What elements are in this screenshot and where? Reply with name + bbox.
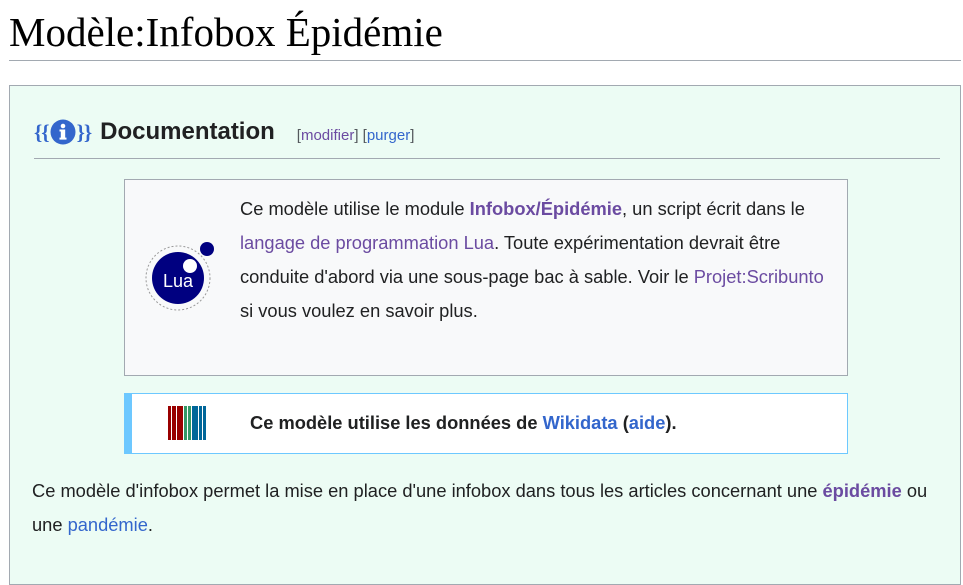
documentation-divider <box>34 158 940 159</box>
documentation-info-icon: {{ }} <box>34 119 92 145</box>
wikidata-notice-text: Ce modèle utilise les données de Wikidat… <box>250 412 677 433</box>
lua-notice-box: Lua Ce modèle utilise le module Infobox/… <box>124 179 848 376</box>
wikidata-logo-icon <box>168 406 207 440</box>
module-link[interactable]: Infobox/Épidémie <box>470 198 622 219</box>
template-description: Ce modèle d'infobox permet la mise en pl… <box>32 480 928 535</box>
purge-link[interactable]: purger <box>367 127 410 144</box>
wikidata-help-link[interactable]: aide <box>629 412 666 433</box>
documentation-edit-links: [modifier] [purger] <box>296 126 415 144</box>
pandemic-link[interactable]: pandémie <box>68 514 148 535</box>
lua-language-link[interactable]: langage de programmation Lua <box>240 232 494 253</box>
lua-logo-icon: Lua <box>145 242 214 311</box>
modify-link[interactable]: modifier <box>301 127 354 144</box>
documentation-box: {{ }} Documentation [modifier] [purger] … <box>9 85 961 585</box>
lua-notice-text: Ce modèle utilise le module Infobox/Épid… <box>240 198 824 321</box>
scribunto-project-link[interactable]: Projet:Scribunto <box>694 266 824 287</box>
title-divider <box>9 60 961 61</box>
documentation-header: {{ }} Documentation [modifier] [purger] <box>34 114 414 150</box>
wikidata-link[interactable]: Wikidata <box>543 412 618 433</box>
page-title: Modèle:Infobox Épidémie <box>9 9 443 55</box>
lua-logo-label: Lua <box>163 271 194 291</box>
wikidata-notice-box: Ce modèle utilise les données de Wikidat… <box>124 393 848 454</box>
documentation-heading: Documentation <box>100 118 275 145</box>
epidemic-link[interactable]: épidémie <box>823 480 902 501</box>
